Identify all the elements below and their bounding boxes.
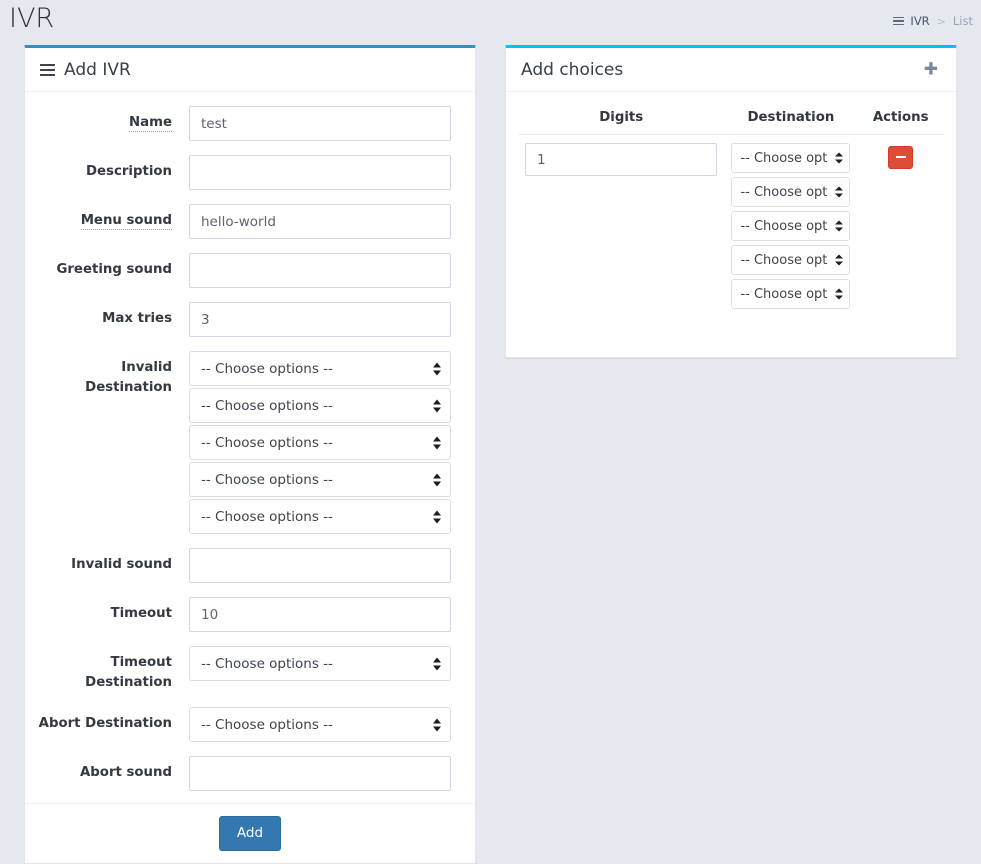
remove-choice-button[interactable] — [888, 145, 914, 169]
abort-sound-input[interactable] — [189, 756, 451, 791]
choices-table-head: Digits Destination Actions — [518, 106, 944, 135]
label-abort-destination: Abort Destination — [38, 716, 172, 731]
table-row: -- Choose opt -- Choose opt -- Choose op… — [518, 135, 944, 318]
choice-destination-select-1[interactable]: -- Choose opt — [731, 143, 851, 173]
plus-icon[interactable]: ✚ — [918, 57, 944, 82]
choice-destination-select-4[interactable]: -- Choose opt — [731, 245, 851, 275]
menu-sound-input[interactable] — [189, 204, 451, 239]
form-row-timeout-destination: Timeout Destination -- Choose options -- — [37, 646, 463, 693]
invalid-destination-select-2[interactable]: -- Choose options -- — [189, 388, 451, 423]
timeout-destination-select[interactable]: -- Choose options -- — [189, 646, 451, 681]
label-name: Name — [129, 115, 172, 132]
hamburger-icon[interactable] — [893, 16, 905, 26]
add-choices-tools: ✚ — [918, 57, 944, 82]
form-row-menu-sound: Menu sound — [37, 204, 463, 239]
add-choices-panel-header: Add choices ✚ — [506, 48, 956, 92]
ivr-page: IVR IVR > List Add IVR Name test Descrip… — [0, 0, 981, 864]
cell-digits — [518, 135, 724, 318]
form-row-invalid-sound: Invalid sound — [37, 548, 463, 583]
label-menu-sound: Menu sound — [80, 213, 172, 230]
invalid-destination-select-stack: -- Choose options -- -- Choose options -… — [189, 351, 463, 534]
label-timeout-destination: Timeout Destination — [85, 655, 172, 690]
label-timeout: Timeout — [110, 606, 172, 621]
form-row-abort-destination: Abort Destination -- Choose options -- — [37, 707, 463, 742]
form-row-greeting-sound: Greeting sound — [37, 253, 463, 288]
page-title: IVR — [9, 3, 55, 34]
add-ivr-panel-title: Add IVR — [40, 60, 131, 80]
abort-destination-select[interactable]: -- Choose options -- — [189, 707, 451, 742]
label-invalid-destination: Invalid Destination — [85, 360, 172, 395]
add-ivr-panel-footer: Add — [25, 803, 475, 863]
choices-table-body: -- Choose opt -- Choose opt -- Choose op… — [518, 135, 944, 318]
minus-icon — [895, 156, 906, 158]
add-choices-panel: Add choices ✚ Digits Destination Actions — [505, 45, 957, 358]
invalid-destination-select-5[interactable]: -- Choose options -- — [189, 499, 451, 534]
greeting-sound-input[interactable] — [189, 253, 451, 288]
choice-destination-select-3[interactable]: -- Choose opt — [731, 211, 851, 241]
label-max-tries: Max tries — [102, 311, 172, 326]
column-header-actions: Actions — [857, 106, 944, 135]
column-header-digits: Digits — [518, 106, 725, 135]
timeout-input[interactable] — [189, 597, 451, 632]
label-abort-sound: Abort sound — [80, 765, 172, 780]
add-button[interactable]: Add — [218, 816, 282, 851]
description-input[interactable] — [189, 155, 451, 190]
invalid-destination-select-3[interactable]: -- Choose options -- — [189, 425, 451, 460]
add-ivr-title-label: Add IVR — [64, 59, 131, 80]
invalid-sound-input[interactable] — [189, 548, 451, 583]
form-row-description: Description — [37, 155, 463, 190]
choice-destination-select-2[interactable]: -- Choose opt — [731, 177, 851, 207]
add-ivr-panel: Add IVR Name Description — [24, 45, 476, 864]
label-greeting-sound: Greeting sound — [56, 262, 172, 277]
choices-table-header-row: Digits Destination Actions — [518, 106, 944, 135]
cell-destination: -- Choose opt -- Choose opt -- Choose op… — [724, 135, 857, 318]
form-row-timeout: Timeout — [37, 597, 463, 632]
choices-table: Digits Destination Actions -- Choose opt… — [518, 106, 944, 317]
add-choices-panel-title: Add choices — [521, 59, 624, 80]
page-header: IVR IVR > List — [0, 0, 981, 44]
add-ivr-form: Name Description Menu sound — [25, 92, 475, 791]
breadcrumb-current: List — [952, 14, 973, 28]
hamburger-icon — [40, 63, 55, 76]
form-row-max-tries: Max tries — [37, 302, 463, 337]
breadcrumb-link-ivr[interactable]: IVR — [910, 14, 929, 28]
invalid-destination-select-1[interactable]: -- Choose options -- — [189, 351, 451, 386]
digits-input[interactable] — [525, 143, 718, 176]
breadcrumb-separator-icon: > — [936, 14, 946, 28]
invalid-destination-select-4[interactable]: -- Choose options -- — [189, 462, 451, 497]
choice-destination-select-5[interactable]: -- Choose opt — [731, 279, 851, 309]
form-row-name: Name — [37, 106, 463, 141]
name-input[interactable] — [189, 106, 451, 141]
form-row-abort-sound: Abort sound — [37, 756, 463, 791]
form-row-invalid-destination: Invalid Destination -- Choose options --… — [37, 351, 463, 534]
cell-actions — [857, 135, 944, 318]
max-tries-input[interactable] — [189, 302, 451, 337]
add-ivr-panel-header: Add IVR — [25, 48, 475, 92]
column-header-destination: Destination — [724, 106, 858, 135]
label-invalid-sound: Invalid sound — [71, 557, 172, 572]
label-description: Description — [85, 164, 172, 179]
add-choices-body: Digits Destination Actions -- Choose opt… — [506, 92, 956, 317]
breadcrumb: IVR > List — [893, 14, 973, 28]
